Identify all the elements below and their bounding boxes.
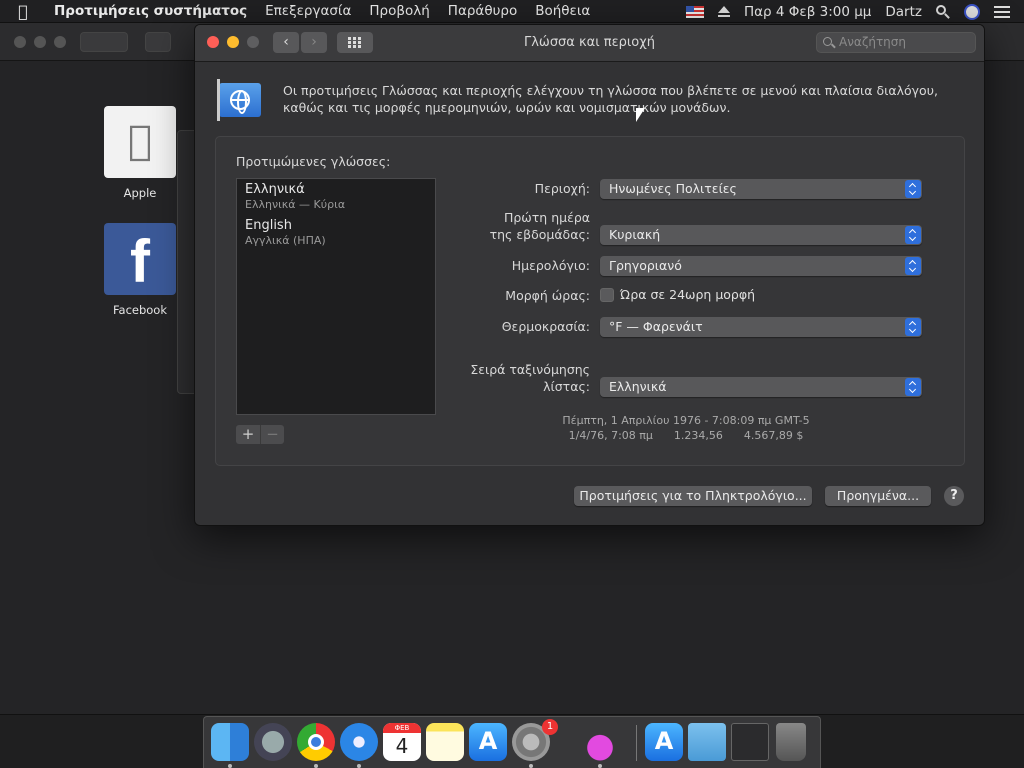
- bg-nav-buttons[interactable]: [80, 32, 128, 52]
- description-text: Οι προτιμήσεις Γλώσσας και περιοχής ελέγ…: [283, 83, 938, 115]
- language-name: Ελληνικά: [245, 182, 305, 197]
- facebook-logo-icon: f: [130, 228, 150, 295]
- apple-menu-icon[interactable]: : [0, 2, 46, 21]
- menubar-clock[interactable]: Παρ 4 Φεβ 3:00 μμ: [744, 4, 871, 20]
- add-remove-control: + −: [236, 425, 284, 444]
- chevron-up-down-icon: [905, 180, 921, 198]
- region-label: Περιοχή:: [534, 181, 590, 196]
- calendar-day: 4: [395, 734, 409, 758]
- running-indicator: [357, 764, 361, 768]
- chrome-icon[interactable]: [297, 723, 335, 761]
- sort-order-value: Ελληνικά: [609, 379, 667, 394]
- time-format-label: Μορφή ώρας:: [505, 288, 590, 303]
- format-sample-line1: Πέμπτη, 1 Απριλίου 1976 - 7:08:09 πμ GMT…: [562, 414, 810, 427]
- notification-center-icon[interactable]: [994, 5, 1010, 18]
- first-day-label-line1: Πρώτη ημέρα: [503, 210, 590, 225]
- siri-icon[interactable]: [964, 3, 980, 20]
- preferred-languages-label: Προτιμώμενες γλώσσες:: [236, 154, 391, 169]
- bg-zoom-dot[interactable]: [54, 36, 66, 48]
- preferred-languages-list[interactable]: Ελληνικά Ελληνικά — Κύρια English Αγγλικ…: [236, 178, 436, 415]
- finder-icon[interactable]: [211, 723, 249, 761]
- settings-group: Προτιμώμενες γλώσσες: Ελληνικά Ελληνικά …: [215, 136, 965, 466]
- 24-hour-checkbox[interactable]: [600, 288, 614, 302]
- chevron-up-down-icon: [905, 257, 921, 275]
- calendar-popup[interactable]: Γρηγοριανό: [600, 256, 922, 276]
- language-region-globe-icon: [217, 79, 261, 121]
- downloads-folder-icon[interactable]: [688, 723, 726, 761]
- running-indicator: [598, 764, 602, 768]
- app-store-icon[interactable]: A: [469, 723, 507, 761]
- chevron-up-down-icon: [905, 378, 921, 396]
- sort-order-popup[interactable]: Ελληνικά: [600, 377, 922, 397]
- running-indicator: [529, 764, 533, 768]
- menubar-user[interactable]: Dartz: [885, 4, 922, 20]
- input-source-flag-icon[interactable]: [685, 5, 704, 18]
- notification-badge: 1: [542, 719, 558, 735]
- chevron-up-down-icon: [905, 226, 921, 244]
- chevron-up-down-icon: [905, 318, 921, 336]
- calendar-icon[interactable]: ΦΕΒ 4: [383, 723, 421, 761]
- safari-icon[interactable]: [340, 723, 378, 761]
- menu-bar:  Προτιμήσεις συστήματος Επεξεργασία Προ…: [0, 0, 1024, 23]
- eject-icon[interactable]: [717, 6, 730, 17]
- mouse-cursor-icon: [636, 108, 645, 122]
- search-placeholder: Αναζήτηση: [839, 35, 906, 49]
- language-subtitle: Ελληνικά — Κύρια: [245, 198, 346, 211]
- temperature-value: °F — Φαρενάιτ: [609, 319, 703, 334]
- bg-sidebar-button[interactable]: [145, 32, 171, 52]
- first-day-value: Κυριακή: [609, 227, 661, 242]
- running-indicator: [314, 764, 318, 768]
- calendar-value: Γρηγοριανό: [609, 258, 682, 273]
- language-name: English: [245, 218, 292, 233]
- temperature-label: Θερμοκρασία:: [501, 319, 590, 334]
- notes-icon[interactable]: [426, 723, 464, 761]
- screenshot-thumbnail-icon[interactable]: [731, 723, 769, 761]
- menu-help[interactable]: Βοήθεια: [526, 3, 599, 19]
- first-day-label-line2: της εβδομάδας:: [489, 227, 590, 242]
- spotlight-search-icon[interactable]: [936, 4, 950, 19]
- remove-language-button[interactable]: −: [260, 425, 284, 444]
- region-popup[interactable]: Ηνωμένες Πολιτείες: [600, 179, 922, 199]
- dock-separator: [636, 725, 637, 761]
- potion-app-icon[interactable]: [581, 723, 619, 761]
- list-item[interactable]: Ελληνικά Ελληνικά — Κύρια: [237, 179, 435, 213]
- region-value: Ηνωμένες Πολιτείες: [609, 181, 737, 196]
- format-sample-line2: 1/4/76, 7:08 πμ 1.234,56 4.567,89 $: [568, 429, 804, 442]
- calendar-label: Ημερολόγιο:: [511, 258, 590, 273]
- language-subtitle: Αγγλικά (ΗΠΑ): [245, 234, 326, 247]
- apple-app-label: Apple: [123, 186, 157, 200]
- language-region-window: ‹ › Γλώσσα και περιοχή Αναζήτηση Οι προτ…: [194, 24, 985, 526]
- 24-hour-checkbox-label[interactable]: Ώρα σε 24ωρη μορφή: [620, 287, 755, 302]
- apple-app-tile[interactable]: : [104, 106, 176, 178]
- facebook-app-tile[interactable]: f: [104, 223, 176, 295]
- launchpad-icon[interactable]: [254, 723, 292, 761]
- list-item[interactable]: English Αγγλικά (ΗΠΑ): [237, 215, 435, 249]
- bg-close-dot[interactable]: [14, 36, 26, 48]
- add-language-button[interactable]: +: [236, 425, 260, 444]
- bg-minimize-dot[interactable]: [34, 36, 46, 48]
- help-button[interactable]: ?: [944, 486, 964, 506]
- keyboard-preferences-button[interactable]: Προτιμήσεις για το Πληκτρολόγιο...: [574, 486, 812, 506]
- calendar-month: ΦΕΒ: [383, 723, 421, 733]
- advanced-button[interactable]: Προηγμένα...: [825, 486, 931, 506]
- menu-window[interactable]: Παράθυρο: [439, 3, 526, 19]
- dock: ΦΕΒ 4 A 1 A: [203, 716, 821, 768]
- apple-logo-icon: : [104, 118, 176, 164]
- temperature-popup[interactable]: °F — Φαρενάιτ: [600, 317, 922, 337]
- running-indicator: [228, 764, 232, 768]
- first-day-popup[interactable]: Κυριακή: [600, 225, 922, 245]
- window-titlebar: ‹ › Γλώσσα και περιοχή Αναζήτηση: [195, 25, 984, 62]
- search-icon: [823, 37, 832, 46]
- sort-order-label-line1: Σειρά ταξινόμησης: [470, 362, 590, 377]
- applications-folder-icon[interactable]: A: [645, 723, 683, 761]
- facebook-app-label: Facebook: [112, 303, 168, 317]
- menu-edit[interactable]: Επεξεργασία: [256, 3, 360, 19]
- trash-icon[interactable]: [776, 723, 806, 761]
- sort-order-label-line2: λίστας:: [543, 379, 590, 394]
- menu-app-name[interactable]: Προτιμήσεις συστήματος: [46, 3, 256, 19]
- search-input[interactable]: Αναζήτηση: [816, 32, 976, 53]
- menu-view[interactable]: Προβολή: [360, 3, 438, 19]
